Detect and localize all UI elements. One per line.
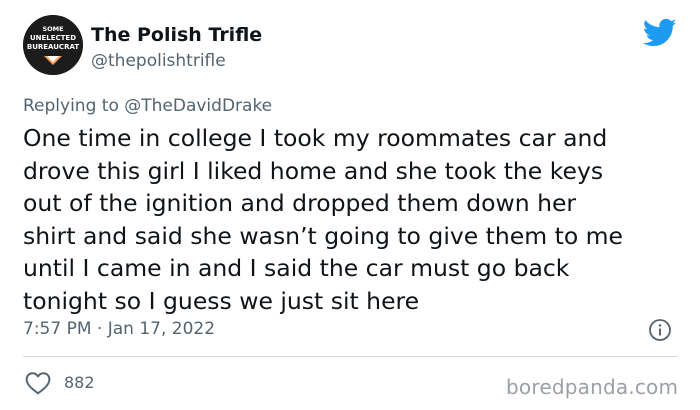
watermark: boredpanda.com (506, 375, 679, 399)
replying-to-prefix: Replying to (23, 96, 125, 116)
divider (23, 356, 678, 357)
avatar-image: SOME UNELECTED BUREAUCRAT (23, 15, 83, 75)
reply-mention-link[interactable]: @TheDavidDrake (124, 96, 272, 116)
twitter-bird-icon[interactable] (643, 18, 677, 48)
display-name[interactable]: The Polish Trifle (91, 23, 262, 47)
replying-to: Replying to @TheDavidDrake (23, 95, 272, 117)
avatar-text-line-2: UNELECTED (30, 34, 76, 42)
tweet-timestamp[interactable]: 7:57 PM · Jan 17, 2022 (23, 318, 215, 340)
tweet-card: SOME UNELECTED BUREAUCRAT The Polish Tri… (0, 0, 700, 410)
info-icon[interactable] (648, 318, 672, 342)
heart-icon[interactable] (25, 371, 51, 395)
tweet-text: One time in college I took my roommates … (23, 124, 624, 315)
avatar[interactable]: SOME UNELECTED BUREAUCRAT (23, 15, 83, 75)
avatar-text-line-1: SOME (42, 25, 63, 33)
like-count: 882 (64, 373, 95, 392)
user-handle[interactable]: @thepolishtrifle (91, 50, 226, 72)
avatar-text-line-3: BUREAUCRAT (27, 43, 79, 51)
